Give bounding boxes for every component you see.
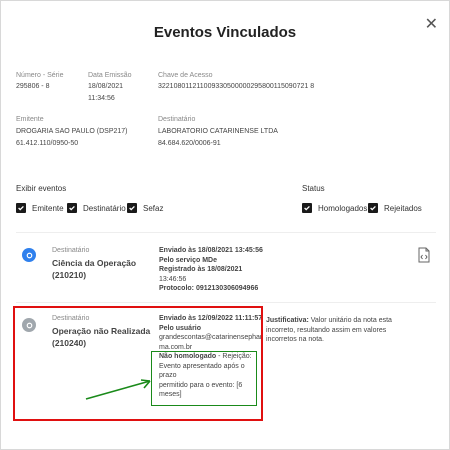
data-emissao-date: 18/08/2021 xyxy=(88,83,124,90)
destinatario-name: LABORATORIO CATARINENSE LTDA xyxy=(158,128,278,135)
modal-title: Eventos Vinculados xyxy=(153,24,297,41)
registrado-text: Registrado às 18/08/2021 xyxy=(159,266,243,273)
justificativa-label: Justificativa: xyxy=(266,317,309,324)
checkbox-checked-icon xyxy=(302,203,312,213)
justificativa-text: incorretos na nota. xyxy=(266,336,324,343)
divider xyxy=(16,302,436,303)
checkbox-label: Rejeitados xyxy=(384,203,422,213)
pelo-text: Pelo serviço MDe xyxy=(159,256,217,264)
emitente-cnpj: 61.412.110/0950-50 xyxy=(16,140,79,147)
status-label: Status xyxy=(302,184,325,193)
event-status-icon xyxy=(22,248,36,262)
numero-value: 295806 - 8 xyxy=(16,83,50,90)
justificativa: Justificativa: Valor unitário da nota es… xyxy=(266,316,416,345)
checkbox-emitente[interactable]: Emitente xyxy=(16,203,64,213)
justificativa-text: incorreto, resultando assim em valores xyxy=(266,326,387,334)
checkbox-checked-icon xyxy=(67,203,77,213)
chave-value: 322108011211009330500000295800115090721 … xyxy=(158,83,315,90)
data-emissao-label: Data Emissão xyxy=(88,72,132,79)
event-name: Ciência da Operação xyxy=(52,258,137,268)
protocolo-text: Protocolo: 0912130306094966 xyxy=(159,285,259,292)
xml-file-icon[interactable] xyxy=(418,247,430,263)
destinatario-cnpj: 84.684.620/0006-91 xyxy=(158,140,221,147)
divider xyxy=(16,232,436,233)
chave-label: Chave de Acesso xyxy=(158,72,213,79)
checkbox-label: Emitente xyxy=(32,203,64,213)
close-icon[interactable]: ✕ xyxy=(425,14,438,34)
emitente-label: Emitente xyxy=(16,116,44,123)
annotation-arrow-icon xyxy=(85,379,151,400)
checkbox-sefaz[interactable]: Sefaz xyxy=(127,203,163,213)
data-emissao-time: 11:34:56 xyxy=(88,95,115,102)
event-code: (210210) xyxy=(52,270,87,280)
checkbox-checked-icon xyxy=(368,203,378,213)
checkbox-checked-icon xyxy=(127,203,137,213)
checkbox-label: Sefaz xyxy=(143,203,164,213)
justificativa-text: Valor unitário da nota esta xyxy=(308,317,392,324)
checkbox-label: Destinatário xyxy=(83,203,126,213)
annotation-green-box xyxy=(151,351,257,406)
checkbox-label: Homologados xyxy=(318,203,368,213)
registrado-time: 13:46:56 xyxy=(159,275,187,283)
checkbox-checked-icon xyxy=(16,203,26,213)
numero-label: Número - Série xyxy=(16,72,64,79)
enviado-text: Enviado às 18/08/2021 13:45:56 xyxy=(159,247,263,254)
event-details: Enviado às 18/08/2021 13:45:56 Pelo serv… xyxy=(159,246,269,294)
exibir-eventos-label: Exibir eventos xyxy=(16,184,67,193)
event-type: Destinatário xyxy=(52,247,90,254)
destinatario-label: Destinatário xyxy=(158,116,196,123)
checkbox-rejeitados[interactable]: Rejeitados xyxy=(368,203,422,213)
checkbox-homologados[interactable]: Homologados xyxy=(302,203,367,213)
checkbox-destinatario[interactable]: Destinatário xyxy=(67,203,126,213)
emitente-name: DROGARIA SAO PAULO (DSP217) xyxy=(16,128,128,135)
